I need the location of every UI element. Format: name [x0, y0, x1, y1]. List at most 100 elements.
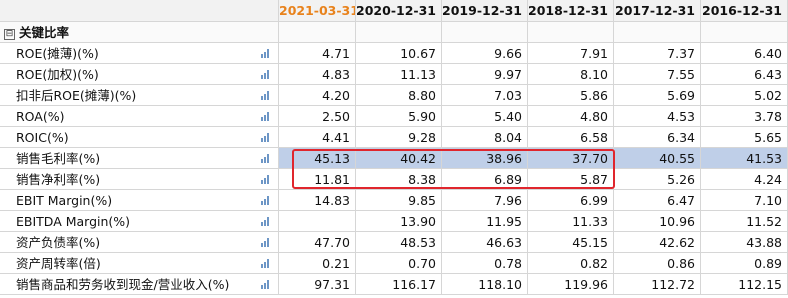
ratio-value-cell[interactable]	[279, 211, 356, 232]
ratio-value-cell[interactable]: 11.81	[279, 169, 356, 190]
period-header-2016[interactable]: 2016-12-31	[701, 0, 788, 22]
ratio-value-cell[interactable]: 43.88	[701, 232, 788, 253]
ratio-value-cell[interactable]: 5.86	[528, 85, 614, 106]
period-header-2021q1[interactable]: 2021-03-31	[279, 0, 356, 22]
ratio-value-cell[interactable]: 97.31	[279, 274, 356, 295]
ratio-value-cell[interactable]: 40.55	[614, 148, 701, 169]
ratio-value-cell[interactable]: 11.52	[701, 211, 788, 232]
ratio-row-label[interactable]: ROA(%)	[0, 106, 279, 127]
ratio-value-cell[interactable]: 11.33	[528, 211, 614, 232]
ratio-value-cell[interactable]: 37.70	[528, 148, 614, 169]
ratio-value-cell[interactable]: 47.70	[279, 232, 356, 253]
ratio-value-cell[interactable]: 0.78	[442, 253, 528, 274]
ratio-value-cell[interactable]: 0.89	[701, 253, 788, 274]
ratio-value-cell[interactable]: 8.10	[528, 64, 614, 85]
ratio-value-cell[interactable]: 38.96	[442, 148, 528, 169]
bar-chart-icon[interactable]	[261, 196, 270, 205]
ratio-value-cell[interactable]: 5.69	[614, 85, 701, 106]
ratio-value-cell[interactable]: 4.71	[279, 43, 356, 64]
bar-chart-icon[interactable]	[261, 154, 270, 163]
period-header-2020[interactable]: 2020-12-31	[356, 0, 442, 22]
bar-chart-icon[interactable]	[261, 70, 270, 79]
ratio-row-label[interactable]: 销售净利率(%)	[0, 169, 279, 190]
bar-chart-icon[interactable]	[261, 175, 270, 184]
section-title[interactable]: ⊟ 关键比率	[0, 22, 279, 43]
ratio-value-cell[interactable]: 6.43	[701, 64, 788, 85]
ratio-value-cell[interactable]: 0.86	[614, 253, 701, 274]
ratio-value-cell[interactable]: 11.95	[442, 211, 528, 232]
ratio-row-label[interactable]: 扣非后ROE(摊薄)(%)	[0, 85, 279, 106]
bar-chart-icon[interactable]	[261, 238, 270, 247]
ratio-value-cell[interactable]: 6.89	[442, 169, 528, 190]
ratio-value-cell[interactable]: 4.41	[279, 127, 356, 148]
ratio-value-cell[interactable]: 4.53	[614, 106, 701, 127]
ratio-value-cell[interactable]: 42.62	[614, 232, 701, 253]
bar-chart-icon[interactable]	[261, 280, 270, 289]
bar-chart-icon[interactable]	[261, 112, 270, 121]
ratio-value-cell[interactable]: 7.91	[528, 43, 614, 64]
ratio-value-cell[interactable]: 116.17	[356, 274, 442, 295]
ratio-value-cell[interactable]: 13.90	[356, 211, 442, 232]
ratio-value-cell[interactable]: 7.10	[701, 190, 788, 211]
ratio-row-label[interactable]: ROE(摊薄)(%)	[0, 43, 279, 64]
ratio-row-label[interactable]: 资产负债率(%)	[0, 232, 279, 253]
ratio-row-label[interactable]: EBITDA Margin(%)	[0, 211, 279, 232]
ratio-value-cell[interactable]: 7.03	[442, 85, 528, 106]
ratio-value-cell[interactable]: 10.67	[356, 43, 442, 64]
ratio-row-label[interactable]: 销售商品和劳务收到现金/营业收入(%)	[0, 274, 279, 295]
ratio-value-cell[interactable]: 9.97	[442, 64, 528, 85]
period-header-2017[interactable]: 2017-12-31	[614, 0, 701, 22]
ratio-value-cell[interactable]: 45.13	[279, 148, 356, 169]
ratio-value-cell[interactable]: 5.26	[614, 169, 701, 190]
ratio-value-cell[interactable]: 10.96	[614, 211, 701, 232]
ratio-row-label[interactable]: EBIT Margin(%)	[0, 190, 279, 211]
ratio-value-cell[interactable]: 6.34	[614, 127, 701, 148]
bar-chart-icon[interactable]	[261, 49, 270, 58]
ratio-value-cell[interactable]: 3.78	[701, 106, 788, 127]
ratio-value-cell[interactable]: 14.83	[279, 190, 356, 211]
ratio-value-cell[interactable]: 0.21	[279, 253, 356, 274]
ratio-value-cell[interactable]: 112.72	[614, 274, 701, 295]
ratio-value-cell[interactable]: 7.96	[442, 190, 528, 211]
ratio-value-cell[interactable]: 6.40	[701, 43, 788, 64]
ratio-value-cell[interactable]: 4.83	[279, 64, 356, 85]
collapse-toggle-icon[interactable]: ⊟	[4, 29, 15, 40]
ratio-value-cell[interactable]: 0.82	[528, 253, 614, 274]
bar-chart-icon[interactable]	[261, 217, 270, 226]
ratio-value-cell[interactable]: 9.66	[442, 43, 528, 64]
ratio-value-cell[interactable]: 4.80	[528, 106, 614, 127]
ratio-value-cell[interactable]: 6.58	[528, 127, 614, 148]
ratio-value-cell[interactable]: 8.80	[356, 85, 442, 106]
period-header-2019[interactable]: 2019-12-31	[442, 0, 528, 22]
ratio-value-cell[interactable]: 6.47	[614, 190, 701, 211]
ratio-value-cell[interactable]: 8.04	[442, 127, 528, 148]
ratio-row-label[interactable]: 销售毛利率(%)	[0, 148, 279, 169]
bar-chart-icon[interactable]	[261, 259, 270, 268]
ratio-value-cell[interactable]: 112.15	[701, 274, 788, 295]
ratio-row-label[interactable]: ROE(加权)(%)	[0, 64, 279, 85]
ratio-value-cell[interactable]: 11.13	[356, 64, 442, 85]
ratio-value-cell[interactable]: 119.96	[528, 274, 614, 295]
ratio-value-cell[interactable]: 6.99	[528, 190, 614, 211]
ratio-value-cell[interactable]: 5.90	[356, 106, 442, 127]
ratio-value-cell[interactable]: 46.63	[442, 232, 528, 253]
ratio-value-cell[interactable]: 2.50	[279, 106, 356, 127]
ratio-value-cell[interactable]: 5.40	[442, 106, 528, 127]
ratio-value-cell[interactable]: 9.28	[356, 127, 442, 148]
ratio-value-cell[interactable]: 4.24	[701, 169, 788, 190]
ratio-value-cell[interactable]: 0.70	[356, 253, 442, 274]
ratio-value-cell[interactable]: 5.87	[528, 169, 614, 190]
period-header-2018[interactable]: 2018-12-31	[528, 0, 614, 22]
ratio-value-cell[interactable]: 9.85	[356, 190, 442, 211]
bar-chart-icon[interactable]	[261, 91, 270, 100]
bar-chart-icon[interactable]	[261, 133, 270, 142]
ratio-value-cell[interactable]: 118.10	[442, 274, 528, 295]
ratio-row-label[interactable]: ROIC(%)	[0, 127, 279, 148]
ratio-value-cell[interactable]: 8.38	[356, 169, 442, 190]
ratio-value-cell[interactable]: 7.55	[614, 64, 701, 85]
ratio-value-cell[interactable]: 48.53	[356, 232, 442, 253]
ratio-value-cell[interactable]: 4.20	[279, 85, 356, 106]
ratio-value-cell[interactable]: 45.15	[528, 232, 614, 253]
ratio-row-label[interactable]: 资产周转率(倍)	[0, 253, 279, 274]
ratio-value-cell[interactable]: 7.37	[614, 43, 701, 64]
